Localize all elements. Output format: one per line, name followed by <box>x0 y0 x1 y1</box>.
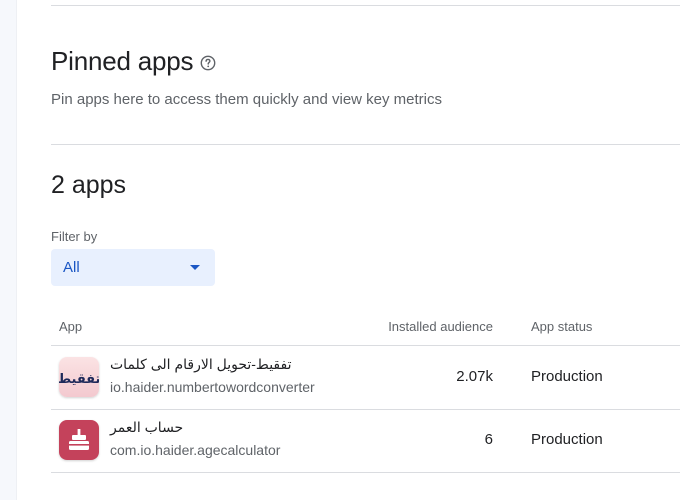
column-header-app-status[interactable]: App status <box>531 319 592 334</box>
app-status-value: Production <box>531 431 603 448</box>
column-header-app[interactable]: App <box>59 319 82 334</box>
page-subtitle: Pin apps here to access them quickly and… <box>51 91 443 108</box>
installed-audience-value: 2.07k <box>456 368 493 385</box>
apps-count-title: 2 apps <box>51 171 127 199</box>
help-circle-icon[interactable] <box>200 55 216 71</box>
column-header-installed-audience[interactable]: Installed audience <box>388 319 493 334</box>
table-row[interactable]: تفقيط تفقيط-تحويل الارقام الى كلمات io.h… <box>51 346 680 410</box>
section-divider <box>51 144 680 145</box>
top-divider <box>51 5 680 6</box>
app-package-name: io.haider.numbertowordconverter <box>110 379 315 395</box>
pinned-apps-header: Pinned apps <box>51 46 216 77</box>
calligraphy-text-icon: تفقيط <box>59 357 99 397</box>
left-rail <box>0 0 17 500</box>
filter-selected-value: All <box>63 259 80 276</box>
filter-label: Filter by <box>51 229 98 244</box>
dropdown-arrow-icon <box>190 265 200 270</box>
page-title: Pinned apps <box>51 46 194 76</box>
app-status-value: Production <box>531 368 603 385</box>
filter-dropdown[interactable]: All <box>51 249 215 286</box>
birthday-cake-icon <box>59 420 99 460</box>
svg-text:تفقيط: تفقيط <box>59 372 99 387</box>
table-header: App Installed audience App status <box>51 310 680 346</box>
table-row[interactable]: حساب العمر com.io.haider.agecalculator 6… <box>51 409 680 473</box>
app-name[interactable]: حساب العمر <box>110 419 183 436</box>
app-name[interactable]: تفقيط-تحويل الارقام الى كلمات <box>110 356 292 373</box>
app-package-name: com.io.haider.agecalculator <box>110 442 281 458</box>
installed-audience-value: 6 <box>484 431 493 448</box>
